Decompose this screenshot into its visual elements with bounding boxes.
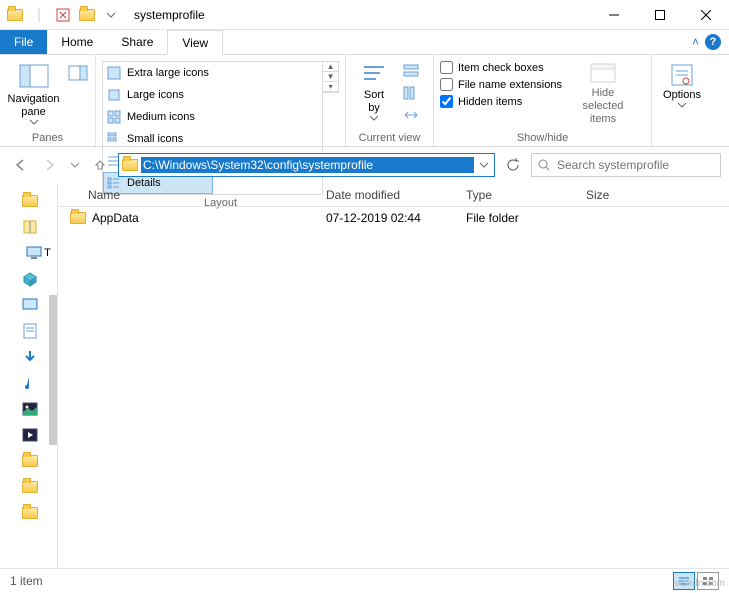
tab-share[interactable]: Share bbox=[107, 30, 167, 54]
column-modified[interactable]: Date modified bbox=[318, 188, 458, 202]
search-input[interactable] bbox=[555, 157, 714, 173]
tree-videos-icon[interactable] bbox=[20, 425, 40, 445]
status-bar: 1 item bbox=[0, 568, 729, 592]
layout-large[interactable]: Large icons bbox=[103, 84, 213, 106]
tree-documents-icon[interactable] bbox=[20, 321, 40, 341]
extra-large-icons-icon bbox=[107, 66, 121, 80]
group-by-button[interactable] bbox=[400, 61, 422, 81]
layout-medium[interactable]: Medium icons bbox=[103, 106, 213, 128]
column-size[interactable]: Size bbox=[578, 188, 729, 202]
address-bar[interactable]: C:\Windows\System32\config\systemprofile bbox=[118, 153, 495, 177]
medium-icons-icon bbox=[107, 110, 121, 124]
column-type[interactable]: Type bbox=[458, 188, 578, 202]
item-check-boxes-toggle[interactable]: Item check boxes bbox=[440, 61, 562, 74]
address-dropdown[interactable] bbox=[474, 161, 494, 169]
minimize-button[interactable] bbox=[591, 0, 637, 30]
hide-items-icon bbox=[588, 61, 618, 87]
chevron-down-icon bbox=[30, 119, 38, 125]
tree-pc-icon[interactable]: T bbox=[20, 243, 57, 263]
navigation-tree[interactable]: T bbox=[0, 183, 58, 568]
tree-folder-icon[interactable] bbox=[20, 451, 40, 471]
small-icons-icon bbox=[107, 132, 121, 146]
watermark: wsxdn.com bbox=[675, 578, 725, 589]
window-title: systemprofile bbox=[126, 8, 205, 22]
layout-small[interactable]: Small icons bbox=[103, 128, 213, 150]
tree-folder-icon[interactable] bbox=[20, 503, 40, 523]
tree-downloads-icon[interactable] bbox=[20, 347, 40, 367]
item-name: AppData bbox=[92, 211, 139, 225]
tab-home[interactable]: Home bbox=[47, 30, 107, 54]
column-headers[interactable]: Name Date modified Type Size bbox=[58, 183, 729, 207]
group-label-panes: Panes bbox=[6, 130, 89, 146]
tab-file[interactable]: File bbox=[0, 30, 47, 54]
tab-view[interactable]: View bbox=[167, 30, 223, 55]
navigation-pane-button[interactable]: Navigation pane bbox=[6, 61, 61, 125]
table-row[interactable]: AppData 07-12-2019 02:44 File folder bbox=[58, 207, 729, 229]
navigation-pane-icon bbox=[18, 61, 50, 93]
help-icon[interactable]: ? bbox=[705, 34, 721, 50]
size-columns-button[interactable] bbox=[400, 105, 422, 125]
tree-pictures-icon[interactable] bbox=[20, 399, 40, 419]
recent-locations-button[interactable] bbox=[68, 153, 82, 177]
qat-folder-icon[interactable] bbox=[4, 4, 26, 26]
tree-3d-icon[interactable] bbox=[20, 269, 40, 289]
forward-button[interactable] bbox=[38, 153, 62, 177]
tree-folder-icon[interactable] bbox=[20, 477, 40, 497]
add-columns-button[interactable] bbox=[400, 83, 422, 103]
qat-properties-icon[interactable] bbox=[52, 4, 74, 26]
qat-new-folder-icon[interactable] bbox=[76, 4, 98, 26]
item-modified: 07-12-2019 02:44 bbox=[318, 211, 458, 225]
file-extensions-toggle[interactable]: File name extensions bbox=[440, 78, 562, 91]
file-list: Name Date modified Type Size AppData 07-… bbox=[58, 183, 729, 568]
options-button[interactable]: Options bbox=[658, 61, 706, 108]
address-path[interactable]: C:\Windows\System32\config\systemprofile bbox=[141, 157, 474, 173]
up-button[interactable] bbox=[88, 153, 112, 177]
preview-pane-button[interactable] bbox=[67, 61, 89, 85]
main-area: T Name Date modified Type Size AppData 0… bbox=[0, 183, 729, 568]
layout-gallery-scroll[interactable]: ▲▼▾ bbox=[323, 61, 339, 93]
search-box[interactable] bbox=[531, 153, 721, 177]
large-icons-icon bbox=[107, 88, 121, 102]
close-button[interactable] bbox=[683, 0, 729, 30]
layout-extra-large[interactable]: Extra large icons bbox=[103, 62, 213, 84]
collapse-ribbon-icon[interactable]: ˄ bbox=[692, 35, 699, 49]
group-label-showhide: Show/hide bbox=[440, 130, 645, 146]
item-count: 1 item bbox=[10, 574, 43, 588]
chevron-down-icon bbox=[370, 115, 378, 121]
hide-selected-button[interactable]: Hide selected items bbox=[572, 61, 634, 127]
back-button[interactable] bbox=[8, 153, 32, 177]
tree-scrollbar[interactable] bbox=[49, 295, 57, 445]
title-bar: systemprofile bbox=[0, 0, 729, 30]
tree-desktop-icon[interactable] bbox=[20, 295, 40, 315]
options-icon bbox=[668, 61, 696, 89]
sort-by-button[interactable]: Sort by bbox=[352, 61, 396, 121]
folder-icon bbox=[70, 212, 86, 224]
address-folder-icon bbox=[119, 159, 141, 171]
refresh-button[interactable] bbox=[501, 153, 525, 177]
qat-divider bbox=[28, 4, 50, 26]
tree-folder-icon[interactable] bbox=[20, 191, 40, 211]
maximize-button[interactable] bbox=[637, 0, 683, 30]
chevron-down-icon bbox=[678, 102, 686, 108]
column-name[interactable]: Name bbox=[58, 188, 318, 202]
group-label-current-view: Current view bbox=[352, 130, 427, 146]
hidden-items-toggle[interactable]: Hidden items bbox=[440, 95, 562, 108]
tree-zip-icon[interactable] bbox=[20, 217, 40, 237]
ribbon-tabs: File Home Share View ˄ ? bbox=[0, 30, 729, 55]
ribbon: Navigation pane Panes Extra large icons … bbox=[0, 55, 729, 147]
tree-music-icon[interactable] bbox=[20, 373, 40, 393]
sort-icon bbox=[360, 61, 388, 89]
search-icon bbox=[538, 159, 549, 172]
item-type: File folder bbox=[458, 211, 578, 225]
qat-dropdown-icon[interactable] bbox=[100, 4, 122, 26]
